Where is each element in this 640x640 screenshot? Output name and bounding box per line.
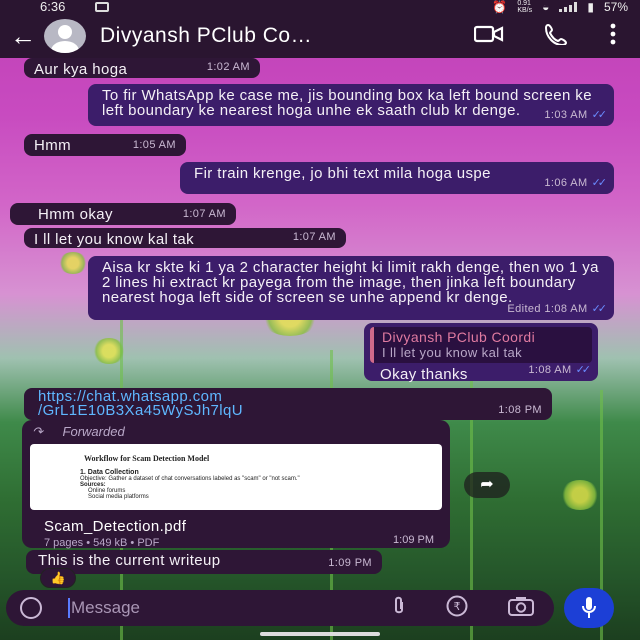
read-ticks-icon: ✓✓ — [591, 303, 608, 315]
svg-text:₹: ₹ — [454, 600, 461, 613]
battery-level: 57% — [603, 0, 628, 14]
reply-message-bubble[interactable]: Divyansh PClub Coordi I ll let you know … — [364, 323, 598, 383]
chat-header: ← Divyansh PClub Co… — [0, 14, 640, 58]
message-input[interactable]: Message — [68, 598, 140, 618]
paperclip-icon[interactable] — [392, 596, 406, 621]
message-bubble[interactable]: Aur kya hoga 1:02 AM — [24, 58, 260, 78]
document-info: 7 pages • 549 kB • PDF — [44, 537, 160, 549]
gesture-bar[interactable] — [260, 632, 380, 636]
read-ticks-icon: ✓✓ — [591, 109, 608, 121]
message-time: 1:03 AM — [544, 109, 588, 121]
rupee-icon[interactable]: ₹ — [446, 595, 468, 622]
message-text: Aur kya hoga — [34, 61, 128, 78]
message-bubble[interactable]: Hmm 1:05 AM — [24, 134, 186, 156]
message-bubble[interactable]: Aisa kr skte ki 1 ya 2 character height … — [88, 256, 614, 320]
read-ticks-icon: ✓✓ — [575, 364, 592, 376]
preview-bullet: Social media platforms — [88, 494, 149, 500]
emoji-icon[interactable] — [20, 597, 42, 619]
net-speed: 0.91 KB/s — [517, 0, 533, 14]
alarm-icon: ⏰ — [492, 0, 508, 14]
status-time: 6:36 — [40, 0, 66, 14]
message-text: Hmm okay — [38, 206, 113, 223]
message-time: 1:08 PM — [498, 404, 542, 416]
microphone-icon[interactable] — [564, 588, 614, 628]
message-time: 1:09 PM — [393, 534, 434, 546]
message-text: Okay thanks — [380, 366, 468, 383]
message-time: 1:07 AM — [182, 208, 226, 220]
message-time: 1:07 AM — [292, 231, 336, 243]
message-notification-icon — [95, 2, 110, 12]
quoted-sender: Divyansh PClub Coordi — [382, 329, 536, 345]
message-composer: Message ₹ — [6, 590, 554, 626]
forward-icon: ↷ — [32, 424, 43, 439]
message-text: Hmm — [34, 137, 72, 154]
chat-title[interactable]: Divyansh PClub Co… — [100, 24, 312, 48]
quoted-text: I ll let you know kal tak — [382, 345, 523, 360]
document-name: Scam_Detection.pdf — [44, 518, 187, 535]
message-text: This is the current writeup — [38, 552, 221, 569]
signal-icon — [559, 2, 578, 12]
invite-link[interactable]: https://chat.whatsapp.com /GrL1E10B3Xa45… — [38, 388, 243, 419]
avatar[interactable] — [44, 19, 86, 53]
message-text: Fir train krenge, jo bhi text mila hoga … — [194, 165, 491, 182]
forwarded-document-message[interactable]: ↷ Forwarded Workflow for Scam Detection … — [22, 420, 450, 549]
message-text: To fir WhatsApp ke case me, jis bounding… — [102, 87, 592, 119]
reaction-badge[interactable]: 👍 — [40, 568, 76, 588]
quoted-message[interactable]: Divyansh PClub Coordi I ll let you know … — [370, 327, 592, 363]
phone-icon[interactable] — [544, 23, 570, 50]
status-bar: 6:36 ⏰ 0.91 KB/s ◒ ▮ 57% — [0, 0, 640, 14]
message-bubble[interactable]: To fir WhatsApp ke case me, jis bounding… — [88, 84, 614, 126]
message-bubble[interactable]: This is the current writeup 1:09 PM — [26, 550, 382, 574]
document-preview[interactable]: Workflow for Scam Detection Model 1. Dat… — [30, 444, 442, 510]
message-bubble[interactable]: https://chat.whatsapp.com /GrL1E10B3Xa45… — [24, 388, 552, 420]
message-time: 1:05 AM — [132, 139, 176, 151]
message-time: 1:06 AM — [544, 177, 588, 189]
forwarded-label: Forwarded — [62, 424, 125, 439]
message-bubble[interactable]: I ll let you know kal tak 1:07 AM — [24, 228, 346, 248]
message-time: 1:08 AM — [528, 364, 572, 376]
video-camera-icon[interactable] — [473, 25, 504, 48]
message-text: I ll let you know kal tak — [34, 231, 195, 248]
more-vertical-icon[interactable] — [610, 23, 616, 50]
message-text: Aisa kr skte ki 1 ya 2 character height … — [102, 259, 599, 306]
message-bubble[interactable]: Hmm okay 1:07 AM — [10, 203, 236, 225]
message-time: 1:02 AM — [206, 61, 250, 73]
camera-icon[interactable] — [508, 596, 534, 621]
preview-title: Workflow for Scam Detection Model — [84, 454, 210, 463]
read-ticks-icon: ✓✓ — [591, 177, 608, 189]
share-icon[interactable]: ➦ — [464, 472, 510, 498]
wifi-icon: ◒ — [542, 0, 550, 14]
arrow-left-icon[interactable]: ← — [10, 21, 44, 52]
battery-icon: ▮ — [587, 0, 594, 14]
message-bubble[interactable]: Fir train krenge, jo bhi text mila hoga … — [180, 162, 614, 194]
message-time: 1:09 PM — [328, 557, 372, 569]
preview-heading: 1. Data Collection — [80, 469, 139, 476]
message-time: Edited 1:08 AM — [507, 303, 588, 315]
